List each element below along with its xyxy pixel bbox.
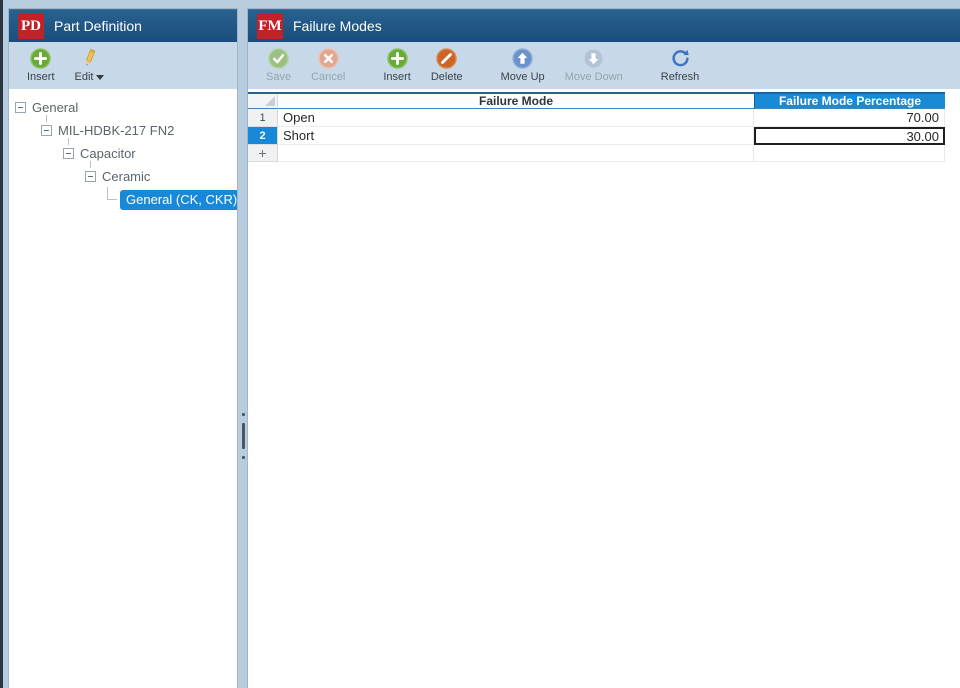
insert-plus-icon [30,48,51,69]
column-header-failure-mode[interactable]: Failure Mode [278,94,754,109]
edit-part-label: Edit [75,71,94,83]
insert-row-label: Insert [383,71,411,83]
part-definition-title: Part Definition [54,18,142,34]
edit-dropdown-caret-icon [96,75,104,80]
insert-part-label: Insert [27,71,55,83]
tree-item-label-selected[interactable]: General (CK, CKR) [120,190,237,210]
save-button[interactable]: Save [256,44,301,88]
row-number-cell-selected[interactable]: 2 [248,127,278,145]
save-label: Save [266,71,291,83]
tree-item-mil-hdbk-217[interactable]: MIL-HDBK-217 FN2 [9,119,237,142]
insert-plus-icon [387,48,408,69]
save-check-icon [268,48,289,69]
insert-row-button[interactable]: Insert [373,44,421,88]
part-definition-header: PD Part Definition [9,9,237,42]
delete-slash-icon [436,48,457,69]
tree-item-label[interactable]: General [32,100,78,115]
collapse-toggle-icon[interactable] [63,148,74,159]
failure-modes-toolbar: Save Cancel Insert Delete Move Up [248,42,960,89]
tree-item-general[interactable]: General [9,96,237,119]
percentage-cell-editing[interactable]: 30.00 [754,127,945,145]
refresh-label: Refresh [661,71,700,83]
part-definition-tree: General MIL-HDBK-217 FN2 Capacitor Ceram… [9,89,237,688]
row-number-cell[interactable]: 1 [248,109,278,127]
move-down-button[interactable]: Move Down [555,44,633,88]
tree-connector-line [90,161,91,168]
failure-modes-table: Failure Mode Failure Mode Percentage 1 O… [248,92,945,162]
tree-item-general-ck-ckr[interactable]: General (CK, CKR) [9,188,237,211]
insert-part-button[interactable]: Insert [17,44,65,88]
part-definition-panel: PD Part Definition Insert Edit General [8,8,238,688]
tree-elbow-connector [107,187,117,200]
empty-cell[interactable] [278,145,754,162]
tree-item-label[interactable]: MIL-HDBK-217 FN2 [58,123,174,138]
failure-modes-title: Failure Modes [293,18,382,34]
percentage-cell[interactable]: 70.00 [754,109,945,127]
cancel-x-icon [318,48,339,69]
failure-modes-badge-icon: FM [257,13,283,39]
part-definition-badge-icon: PD [18,13,44,39]
column-header-failure-mode-percentage[interactable]: Failure Mode Percentage [754,94,945,109]
splitter-grip-icon[interactable] [241,413,246,459]
collapse-toggle-icon[interactable] [15,102,26,113]
tree-item-label[interactable]: Ceramic [102,169,150,184]
move-up-arrow-icon [512,48,533,69]
empty-cell[interactable] [754,145,945,162]
failure-mode-cell[interactable]: Short [278,127,754,145]
failure-modes-grid-wrap: Failure Mode Failure Mode Percentage 1 O… [248,92,960,162]
panel-splitter[interactable] [239,8,247,688]
move-down-label: Move Down [565,71,623,83]
add-row-button[interactable]: + [248,145,278,162]
delete-row-button[interactable]: Delete [421,44,473,88]
window-edge [0,0,3,688]
delete-row-label: Delete [431,71,463,83]
collapse-toggle-icon[interactable] [41,125,52,136]
move-down-arrow-icon [583,48,604,69]
failure-modes-header: FM Failure Modes [248,9,960,42]
cancel-button[interactable]: Cancel [301,44,355,88]
tree-item-capacitor[interactable]: Capacitor [9,142,237,165]
tree-connector-line [68,138,69,145]
edit-pencil-icon [79,48,100,69]
collapse-toggle-icon[interactable] [85,171,96,182]
cancel-label: Cancel [311,71,345,83]
corner-triangle-icon [265,96,275,106]
tree-connector-line [46,115,47,122]
part-definition-toolbar: Insert Edit [9,42,237,89]
move-up-button[interactable]: Move Up [491,44,555,88]
tree-item-label[interactable]: Capacitor [80,146,136,161]
failure-modes-panel: FM Failure Modes Save Cancel Insert [247,8,960,688]
refresh-icon [670,48,691,69]
edit-part-button[interactable]: Edit [65,44,115,88]
move-up-label: Move Up [501,71,545,83]
failure-mode-cell[interactable]: Open [278,109,754,127]
tree-item-ceramic[interactable]: Ceramic [9,165,237,188]
select-all-corner-cell[interactable] [248,94,278,109]
refresh-button[interactable]: Refresh [651,44,710,88]
